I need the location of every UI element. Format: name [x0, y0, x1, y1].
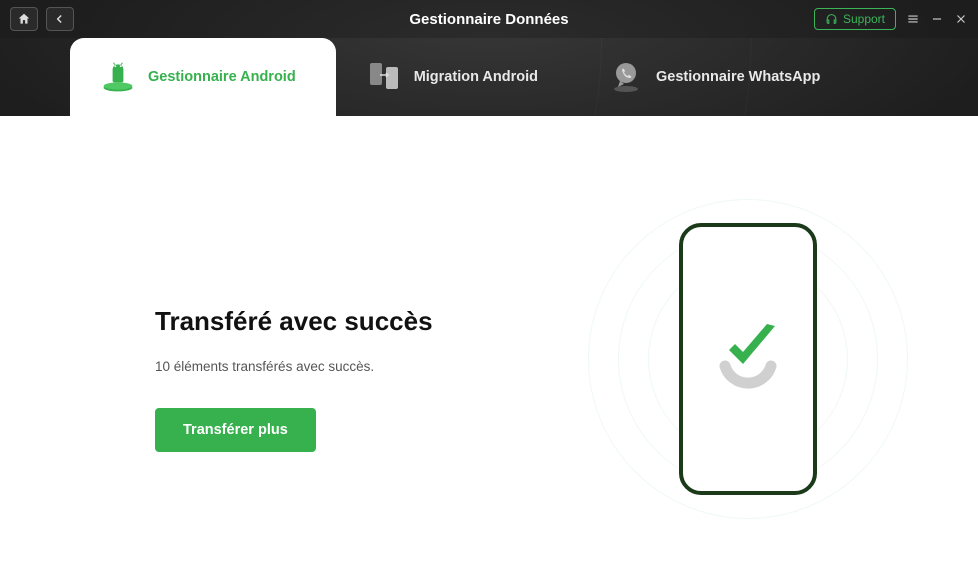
success-heading: Transféré avec succès	[155, 306, 588, 337]
phone-illustration	[679, 223, 817, 495]
tab-label: Gestionnaire Android	[148, 69, 296, 85]
home-icon	[17, 12, 31, 26]
transfer-more-button[interactable]: Transférer plus	[155, 408, 316, 452]
support-button[interactable]: Support	[814, 8, 896, 30]
android-manager-icon	[100, 59, 136, 95]
migration-icon	[366, 59, 402, 95]
close-icon	[954, 12, 968, 26]
tab-android-manager[interactable]: Gestionnaire Android	[70, 38, 336, 116]
tabstrip: Gestionnaire Android Migration Android G…	[0, 38, 978, 116]
minimize-icon	[930, 12, 944, 26]
checkmark-icon	[721, 316, 781, 381]
tab-android-migration[interactable]: Migration Android	[336, 38, 578, 116]
tab-label: Migration Android	[414, 69, 538, 85]
success-subtext: 10 éléments transférés avec succès.	[155, 359, 588, 374]
whatsapp-icon	[608, 59, 644, 95]
app-title: Gestionnaire Données	[409, 11, 568, 28]
main-content: Transféré avec succès 10 éléments transf…	[0, 116, 978, 581]
close-button[interactable]	[954, 12, 968, 26]
chevron-left-icon	[53, 12, 67, 26]
home-button[interactable]	[10, 7, 38, 31]
hamburger-icon	[906, 12, 920, 26]
headset-icon	[825, 13, 838, 26]
tab-label: Gestionnaire WhatsApp	[656, 69, 820, 85]
back-button[interactable]	[46, 7, 74, 31]
minimize-button[interactable]	[930, 12, 944, 26]
tab-whatsapp-manager[interactable]: Gestionnaire WhatsApp	[578, 38, 860, 116]
support-label: Support	[843, 12, 885, 26]
menu-button[interactable]	[906, 12, 920, 26]
illustration	[588, 223, 908, 495]
titlebar: Gestionnaire Données Support	[0, 0, 978, 38]
